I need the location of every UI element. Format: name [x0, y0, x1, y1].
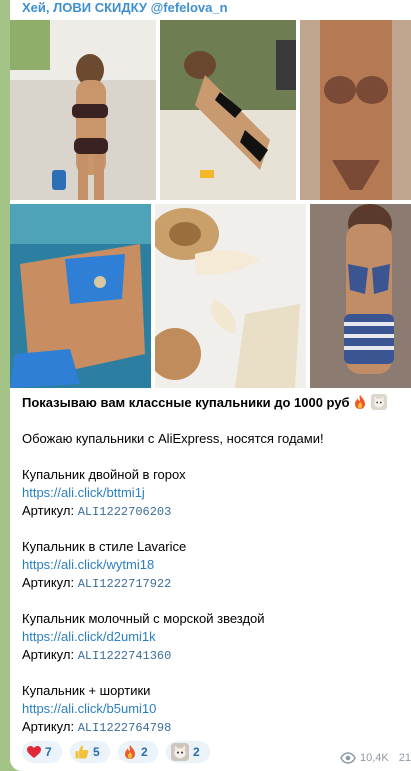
thumbs-up-icon — [75, 745, 89, 759]
reaction-thumbs-up[interactable]: 5 — [70, 741, 110, 763]
item-2-title: Купальник в стиле Lavarice — [22, 539, 187, 554]
item-2-sku-row: Артикул: ALI1222717922 — [22, 575, 172, 591]
eye-icon — [340, 752, 356, 764]
photo-3[interactable] — [300, 20, 411, 200]
photo-4[interactable] — [10, 204, 151, 388]
item-1-link[interactable]: https://ali.click/bttmi1j — [22, 484, 145, 502]
message-bubble: Хей, ЛОВИ СКИДКУ @fefelova_n Показываю в… — [10, 0, 411, 771]
item-4-sku[interactable]: ALI1222764798 — [78, 721, 172, 735]
views-count: 10,4K — [360, 752, 389, 764]
photo-1[interactable] — [10, 20, 156, 200]
item-2-link[interactable]: https://ali.click/wytmi18 — [22, 556, 154, 574]
cat-icon — [370, 394, 387, 410]
item-2-sku[interactable]: ALI1222717922 — [78, 577, 172, 591]
cat-sticker-icon — [171, 743, 189, 761]
fire-icon — [355, 395, 366, 409]
message-headline: Показываю вам классные купальники до 100… — [22, 394, 387, 412]
item-3-link[interactable]: https://ali.click/d2umi1k — [22, 628, 156, 646]
photo-6[interactable] — [310, 204, 411, 388]
item-1-sku[interactable]: ALI1222706203 — [78, 505, 172, 519]
item-3-title: Купальник молочный с морской звездой — [22, 611, 265, 626]
reaction-cat-sticker[interactable]: 2 — [166, 741, 210, 763]
message-time: 21 — [398, 752, 411, 764]
item-1-title: Купальник двойной в горох — [22, 467, 186, 482]
photo-2[interactable] — [160, 20, 296, 200]
item-3-sku-row: Артикул: ALI1222741360 — [22, 647, 172, 663]
photo-5[interactable] — [155, 204, 306, 388]
fire-icon — [125, 745, 135, 759]
item-4-sku-row: Артикул: ALI1222764798 — [22, 719, 172, 735]
message-intro: Обожаю купальники с AliExpress, носятся … — [22, 431, 324, 446]
heart-icon — [27, 746, 41, 758]
reaction-heart[interactable]: 7 — [22, 741, 62, 763]
message-meta: 10,4K 21 — [340, 750, 411, 766]
item-1-sku-row: Артикул: ALI1222706203 — [22, 503, 172, 519]
sender-name[interactable]: Хей, ЛОВИ СКИДКУ @fefelova_n — [22, 0, 228, 18]
reaction-fire[interactable]: 2 — [118, 741, 158, 763]
item-4-link[interactable]: https://ali.click/b5umi10 — [22, 700, 156, 718]
item-4-title: Купальник + шортики — [22, 683, 151, 698]
item-3-sku[interactable]: ALI1222741360 — [78, 649, 172, 663]
